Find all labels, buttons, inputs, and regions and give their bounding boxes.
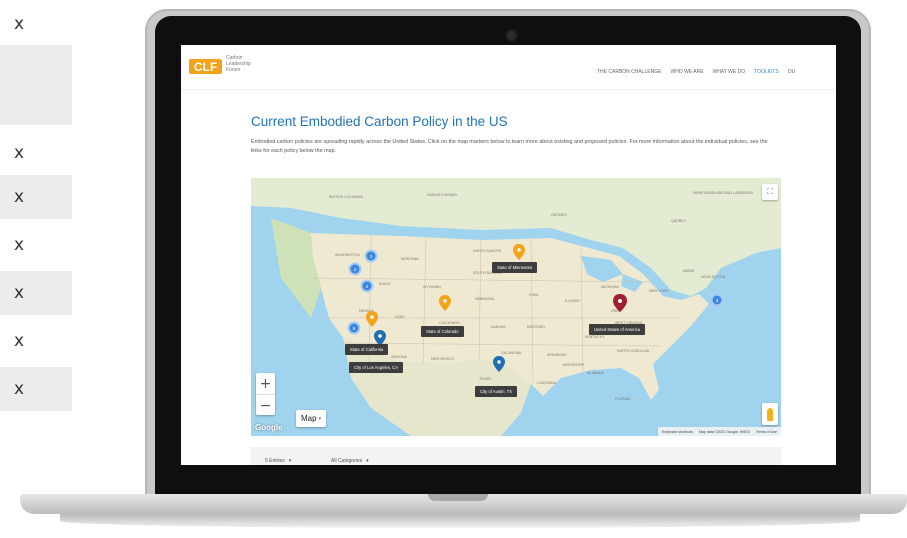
map-label: NOVA SCOTIA — [701, 275, 726, 279]
map-label: QUEBEC — [671, 219, 687, 223]
map-label: IOWA — [529, 293, 539, 297]
close-button[interactable]: x — [0, 319, 72, 363]
close-button[interactable]: x — [0, 223, 72, 267]
main-nav: THE CARBON CHALLENGE WHO WE ARE WHAT WE … — [597, 69, 795, 75]
clf-logo[interactable]: CLF — [189, 59, 222, 74]
map-label: NEWFOUNDLAND AND LABRADOR — [693, 191, 753, 195]
tooltip-california[interactable]: State of California — [345, 344, 389, 355]
map-label: NORTH CAROLINA — [617, 349, 650, 353]
logo-text: Carbon Leadership Forum — [226, 55, 251, 73]
map-attribution: Keyboard shortcuts Map data ©2021 Google… — [657, 427, 781, 436]
map-label: ONTARIO — [551, 213, 567, 217]
nav-carbon-challenge[interactable]: THE CARBON CHALLENGE — [597, 69, 661, 75]
terms-link[interactable]: Terms of Use — [756, 430, 777, 434]
map-label: NORTH DAKOTA — [473, 249, 502, 253]
pegman-icon[interactable] — [762, 403, 778, 425]
map-label: LOUISIANA — [537, 381, 557, 385]
nav-what-we-do[interactable]: WHAT WE DO — [713, 69, 746, 75]
map-label: ILLINOIS — [565, 299, 580, 303]
tooltip-usa[interactable]: United States of America — [589, 324, 646, 335]
map-canvas: BRITISH COLUMBIA SASKATCHEWAN ONTARIO NE… — [251, 178, 781, 436]
zoom-control: + − — [256, 373, 275, 415]
map-label: ARKANSAS — [547, 353, 567, 357]
map-label: KANSAS — [491, 325, 506, 329]
tooltip-austin[interactable]: City of Austin, TX — [475, 386, 518, 397]
map-label: COLORADO — [439, 321, 460, 325]
tooltip-minnesota[interactable]: State of Minnesota — [492, 262, 537, 273]
side-panel-block — [0, 45, 72, 125]
camera-icon — [507, 31, 516, 40]
map-label: MAINE — [683, 269, 695, 273]
map-type-button[interactable]: Map ▾ — [296, 410, 327, 427]
map-label: MONTANA — [401, 257, 419, 261]
entries-select[interactable]: 5 Entries ▾ — [265, 456, 291, 465]
chevron-down-icon: ▾ — [318, 415, 322, 422]
nav-toolkits[interactable]: TOOLKITS — [754, 69, 779, 75]
map-label: KENTUCKY — [585, 335, 605, 339]
map-label: BRITISH COLUMBIA — [329, 195, 364, 199]
close-icon: x — [14, 379, 25, 399]
fullscreen-icon: ⛶ — [767, 187, 773, 196]
close-icon: x — [14, 14, 25, 34]
map-label: NEW YORK — [649, 289, 669, 293]
laptop-notch — [428, 494, 488, 501]
map-label: MISSISSIPPI — [563, 363, 584, 367]
map-label: TEXAS — [479, 377, 491, 381]
map-label: MISSOURI — [527, 325, 545, 329]
map-label: WASHINGTON — [335, 253, 360, 257]
close-button[interactable]: x — [0, 2, 72, 46]
tooltip-colorado[interactable]: State of Colorado — [421, 326, 464, 337]
keyboard-shortcuts-link[interactable]: Keyboard shortcuts — [662, 430, 693, 434]
policy-map[interactable]: BRITISH COLUMBIA SASKATCHEWAN ONTARIO NE… — [251, 178, 781, 436]
site-header: CLF Carbon Leadership Forum THE CARBON C… — [181, 45, 836, 90]
chevron-down-icon: ▾ — [366, 458, 369, 464]
map-label: WYOMING — [423, 285, 441, 289]
laptop-screen: CLF Carbon Leadership Forum THE CARBON C… — [181, 45, 836, 465]
nav-overflow[interactable]: OU — [788, 69, 796, 75]
entries-label: 5 Entries — [265, 458, 285, 464]
categories-label: All Categories — [331, 458, 363, 464]
filter-bar: 5 Entries ▾ All Categories ▾ — [251, 447, 781, 465]
map-label: IDAHO — [379, 282, 391, 286]
page-title: Current Embodied Carbon Policy in the US — [251, 114, 508, 129]
map-label: NEBRASKA — [475, 297, 495, 301]
map-label: ALABAMA — [587, 371, 605, 375]
map-label: UTAH — [395, 315, 405, 319]
page-description: Embodied carbon policies are spreading r… — [251, 139, 768, 154]
categories-select[interactable]: All Categories ▾ — [331, 456, 369, 465]
google-logo: Google — [255, 423, 283, 432]
map-label: FLORIDA — [615, 397, 631, 401]
map-label: ARIZONA — [391, 355, 408, 359]
fullscreen-button[interactable]: ⛶ — [762, 184, 778, 200]
green-region — [271, 218, 321, 318]
zoom-out-button[interactable]: − — [256, 394, 275, 416]
close-icon: x — [14, 187, 25, 207]
map-type-label: Map — [301, 414, 317, 423]
map-label: SASKATCHEWAN — [427, 193, 457, 197]
side-close-list: x x x x x x x — [0, 0, 72, 538]
laptop-shadow — [60, 514, 860, 528]
close-button[interactable]: x — [0, 175, 72, 219]
chevron-down-icon: ▾ — [288, 458, 292, 464]
close-button[interactable]: x — [0, 367, 72, 411]
logo-mark: CLF — [193, 59, 218, 74]
map-label: NEW MEXICO — [431, 357, 455, 361]
tooltip-los-angeles[interactable]: City of Los Angeles, CA — [349, 362, 403, 373]
close-button[interactable]: x — [0, 271, 72, 315]
nav-who-we-are[interactable]: WHO WE ARE — [670, 69, 703, 75]
zoom-in-button[interactable]: + — [256, 373, 275, 394]
close-button[interactable]: x — [0, 131, 72, 175]
map-label: OKLAHOMA — [501, 351, 522, 355]
close-icon: x — [14, 283, 25, 303]
close-icon: x — [14, 235, 25, 255]
close-icon: x — [14, 143, 25, 163]
map-data-text: Map data ©2021 Google, INEGI — [698, 429, 750, 434]
close-icon: x — [14, 331, 25, 351]
map-label: MICHIGAN — [601, 285, 619, 289]
